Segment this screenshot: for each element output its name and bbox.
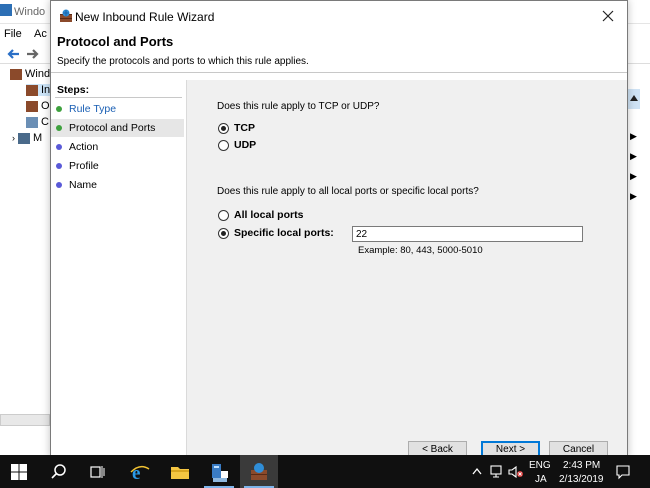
menu-action[interactable]: Ac [34, 28, 47, 40]
task-view-button[interactable] [78, 455, 116, 488]
protocol-question: Does this rule apply to TCP or UDP? [217, 101, 380, 112]
radio-unselected-icon [218, 140, 229, 151]
firewall-taskbar-button[interactable] [240, 455, 278, 488]
wizard-header: Protocol and Ports Specify the protocols… [51, 31, 627, 73]
steps-divider [55, 97, 182, 98]
step-status-dot [56, 182, 62, 188]
step-name: Name [51, 176, 184, 194]
notifications-icon[interactable] [615, 464, 631, 480]
tree-outbound[interactable]: O [26, 100, 50, 112]
wizard-title: New Inbound Rule Wizard [75, 10, 215, 24]
system-tray: ENG JA 2:43 PM 2/13/2019 [470, 455, 650, 488]
clock-time[interactable]: 2:43 PM [563, 460, 600, 471]
tree-root[interactable]: Wind [10, 68, 50, 80]
arrow-right-icon[interactable]: ▶ [630, 191, 637, 202]
udp-radio[interactable]: UDP [218, 139, 468, 155]
radio-selected-icon [218, 228, 229, 239]
step-status-dot [56, 125, 62, 131]
tree-connection[interactable]: C [26, 116, 49, 128]
radio-selected-icon [218, 123, 229, 134]
page-title: Protocol and Ports [57, 34, 174, 49]
close-icon [602, 10, 614, 22]
wizard-titlebar[interactable]: New Inbound Rule Wizard [51, 1, 627, 31]
background-window-title: Windo [14, 6, 46, 18]
volume-muted-icon[interactable] [508, 465, 524, 479]
steps-title: Steps: [57, 84, 90, 96]
step-action: Action [51, 138, 184, 156]
ports-example-hint: Example: 80, 443, 5000-5010 [358, 245, 483, 256]
arrow-right-icon[interactable]: ▶ [630, 171, 637, 182]
start-button[interactable] [0, 455, 38, 488]
svg-text:e: e [132, 463, 140, 481]
monitoring-icon [18, 132, 30, 144]
arrow-right-icon[interactable]: ▶ [630, 131, 637, 142]
language-indicator[interactable]: ENG [529, 460, 551, 471]
back-arrow-icon[interactable] [6, 48, 20, 60]
task-view-icon [90, 466, 105, 478]
background-tree: Wind In O C › M [0, 66, 51, 426]
tree-monitoring[interactable]: › M [12, 132, 42, 144]
wizard-content: Does this rule apply to TCP or UDP? TCP … [186, 80, 627, 458]
step-status-dot [56, 106, 62, 112]
step-protocol-and-ports[interactable]: Protocol and Ports [51, 119, 184, 137]
local-ports-input[interactable] [352, 226, 583, 242]
menu-file[interactable]: File [4, 28, 22, 40]
radio-unselected-icon [218, 210, 229, 221]
actions-pane: ▶ ▶ ▶ ▶ [628, 85, 650, 425]
network-icon[interactable] [490, 465, 504, 479]
actions-header [628, 89, 640, 109]
firewall-icon [10, 68, 22, 80]
steps-panel: Steps: Rule Type Protocol and Ports Acti… [51, 80, 186, 458]
step-status-dot [56, 144, 62, 150]
clock-date[interactable]: 2/13/2019 [559, 474, 604, 485]
folder-icon [171, 467, 189, 479]
taskbar: e ENG JA 2:43 PM 2/13/2019 [0, 455, 650, 488]
chevron-right-icon: › [12, 133, 15, 143]
search-icon [51, 464, 66, 479]
firewall-icon [251, 463, 267, 480]
step-profile: Profile [51, 157, 184, 175]
tcp-radio[interactable]: TCP [218, 122, 468, 138]
arrow-right-icon[interactable]: ▶ [630, 151, 637, 162]
tree-inbound[interactable]: In [26, 84, 51, 96]
file-explorer-button[interactable] [160, 455, 198, 488]
internet-explorer-icon: e [130, 463, 150, 481]
ie-button[interactable]: e [120, 455, 158, 488]
server-manager-button[interactable] [200, 455, 238, 488]
server-manager-icon [212, 464, 228, 482]
close-button[interactable] [591, 3, 625, 29]
ports-question: Does this rule apply to all local ports … [217, 186, 479, 197]
outbound-rules-icon [26, 100, 38, 112]
step-status-dot [56, 163, 62, 169]
search-button[interactable] [40, 455, 78, 488]
step-rule-type[interactable]: Rule Type [51, 100, 184, 118]
new-inbound-rule-wizard: New Inbound Rule Wizard Protocol and Por… [50, 0, 628, 458]
collapse-up-icon[interactable] [630, 95, 638, 101]
ime-indicator[interactable]: JA [535, 474, 547, 485]
inbound-rules-icon [26, 84, 38, 96]
connection-rules-icon [26, 116, 38, 128]
horizontal-scrollbar[interactable] [0, 414, 50, 426]
firewall-app-icon [0, 4, 12, 16]
page-subtitle: Specify the protocols and ports to which… [57, 56, 309, 67]
firewall-icon [60, 9, 72, 22]
windows-logo-icon [11, 464, 27, 480]
chevron-up-icon[interactable] [472, 467, 482, 475]
forward-arrow-icon[interactable] [26, 48, 40, 60]
all-local-ports-radio[interactable]: All local ports [218, 209, 468, 225]
